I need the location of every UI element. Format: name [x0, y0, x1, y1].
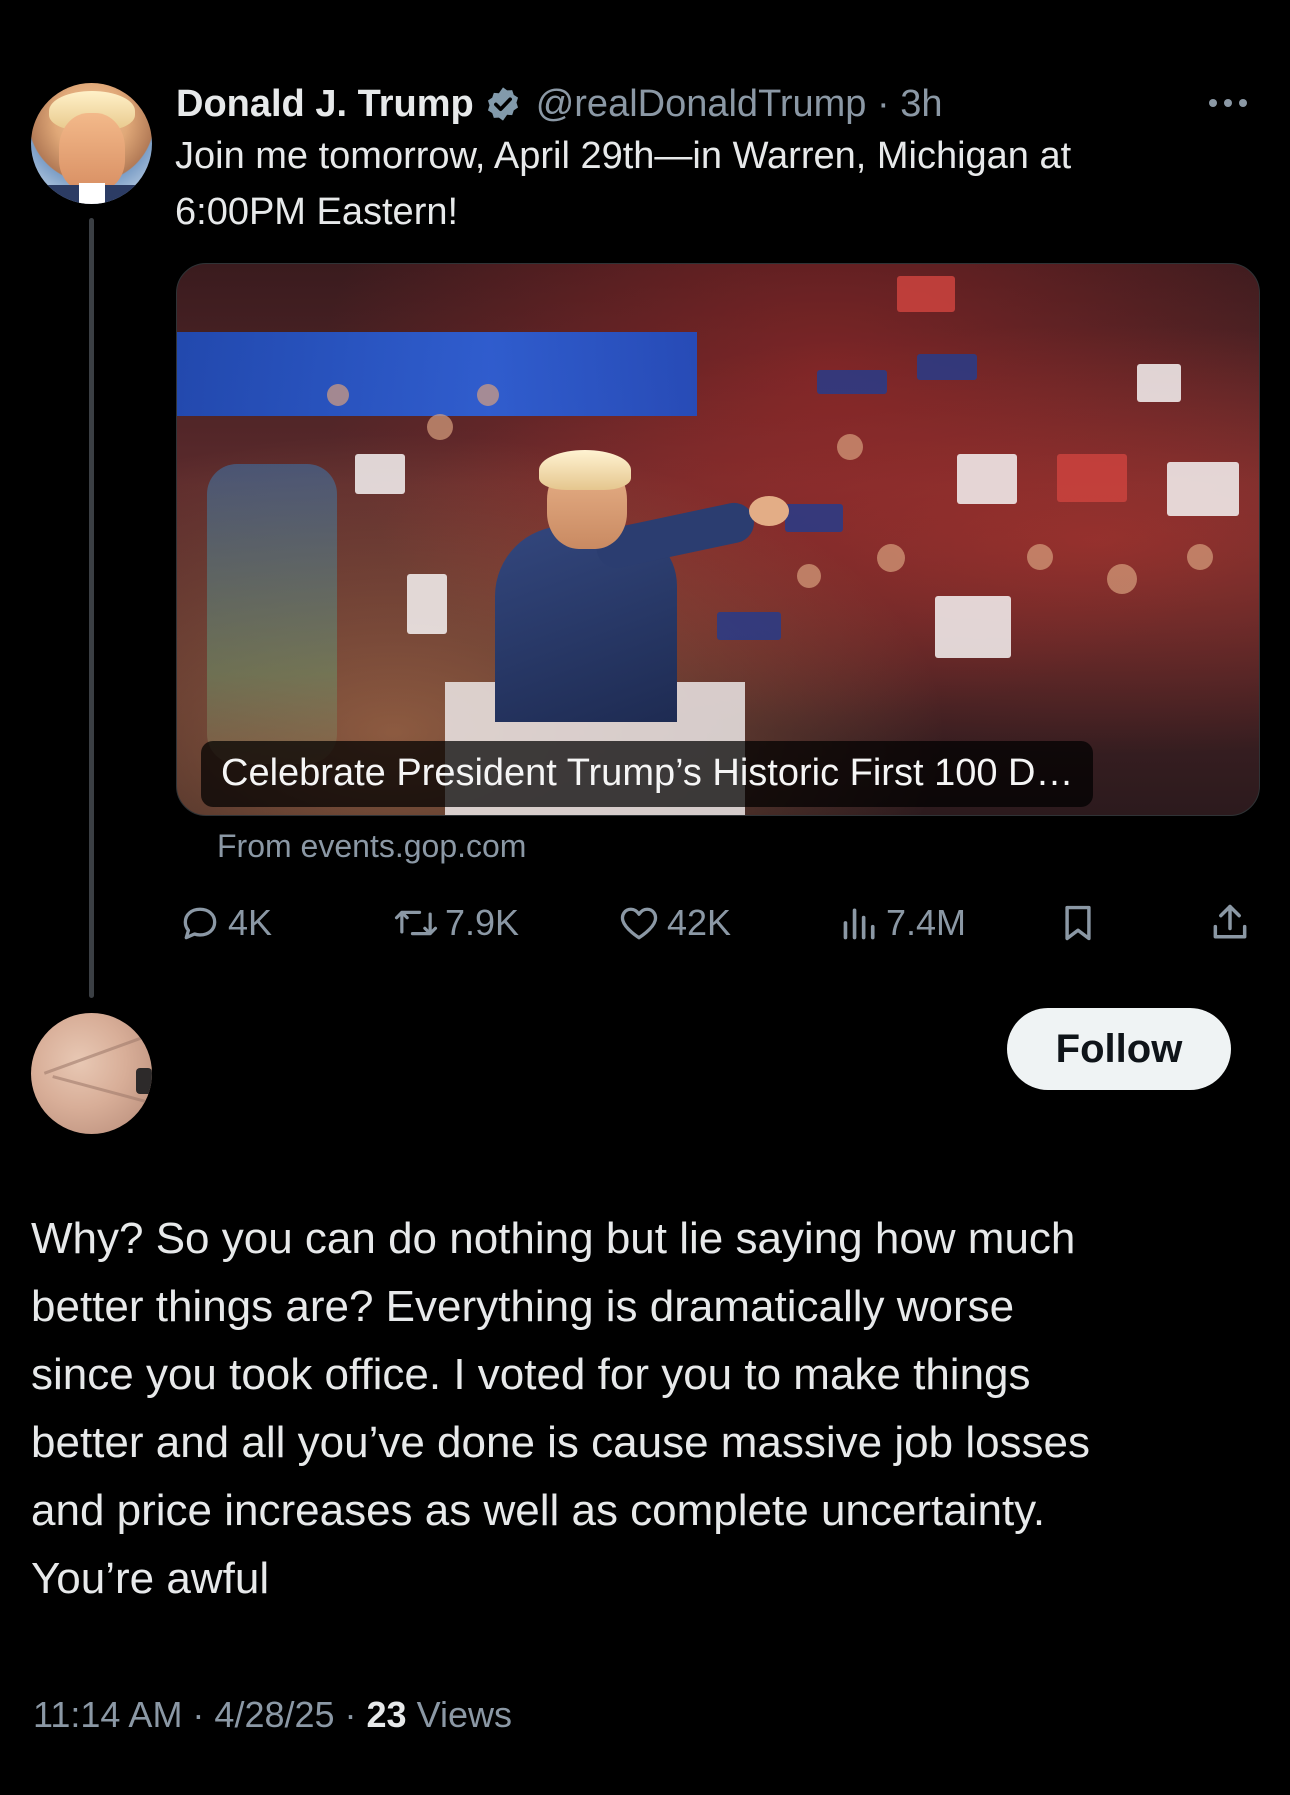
- avatar-detail: [43, 1034, 149, 1075]
- heart-icon: [620, 907, 658, 940]
- author-header: Donald J. Trump @realDonaldTrump · 3h: [176, 79, 942, 129]
- avatar-detail: [136, 1068, 152, 1094]
- crowd-sign: [355, 454, 405, 494]
- crowd-sign: [897, 276, 955, 312]
- crowd-sign: [817, 370, 887, 394]
- crowd-sign: [785, 504, 843, 532]
- crowd-person: [797, 564, 821, 588]
- reply-meta: 11:14 AM · 4/28/25 · 23 Views: [33, 1694, 512, 1736]
- bookmark-icon: [1065, 905, 1091, 941]
- author-name[interactable]: Donald J. Trump: [176, 83, 474, 126]
- author-avatar[interactable]: [31, 83, 152, 204]
- crowd-person: [877, 544, 905, 572]
- blurred-phone: [207, 464, 337, 764]
- like-count: 42K: [667, 902, 732, 943]
- dot: [1224, 99, 1232, 107]
- views-action[interactable]: 7.4M: [840, 898, 966, 948]
- follow-button[interactable]: Follow: [1007, 1008, 1231, 1090]
- crowd-sign: [407, 574, 447, 634]
- verified-badge-icon[interactable]: [484, 85, 522, 123]
- speaker-hair: [539, 450, 631, 490]
- crowd-person: [327, 384, 349, 406]
- share-icon: [1213, 904, 1247, 939]
- author-handle-time[interactable]: @realDonaldTrump · 3h: [536, 83, 943, 126]
- like-action[interactable]: 42K: [617, 898, 731, 948]
- dot: [1209, 99, 1217, 107]
- crowd-person: [477, 384, 499, 406]
- thread-connector-line: [89, 218, 94, 998]
- crowd-person: [837, 434, 863, 460]
- reply-text: Why? So you can do nothing but lie sayin…: [31, 1214, 1091, 1603]
- reply-timestamp[interactable]: 11:14 AM · 4/28/25 ·: [33, 1694, 367, 1735]
- avatar-face: [59, 113, 125, 191]
- repost-action[interactable]: 7.9K: [393, 898, 519, 948]
- redacted-author-info: [176, 1025, 516, 1115]
- reply-count: 4K: [228, 902, 273, 943]
- dot: [1239, 99, 1247, 107]
- repost-count: 7.9K: [445, 902, 520, 943]
- rally-banner: [177, 332, 697, 416]
- share-action[interactable]: [1208, 898, 1252, 948]
- card-source[interactable]: From events.gop.com: [217, 828, 526, 865]
- crowd-sign: [935, 596, 1011, 658]
- more-horizontal-icon[interactable]: [1198, 88, 1258, 118]
- bookmark-action[interactable]: [1058, 898, 1098, 948]
- bar-chart-icon: [843, 908, 875, 940]
- crowd-person: [1187, 544, 1213, 570]
- crowd-sign: [957, 454, 1017, 504]
- crowd-person: [427, 414, 453, 440]
- reply-views-count: 23: [366, 1694, 407, 1735]
- crowd-sign: [1167, 462, 1239, 516]
- reply-views-label: Views: [406, 1694, 512, 1735]
- link-preview-card[interactable]: Celebrate President Trump’s Historic Fir…: [176, 263, 1260, 816]
- reply-action[interactable]: 4K: [178, 898, 272, 948]
- crowd-person: [1027, 544, 1053, 570]
- avatar-shirt: [79, 183, 105, 204]
- crowd-sign: [917, 354, 977, 380]
- speaker-hand: [749, 496, 789, 526]
- crowd-sign: [717, 612, 781, 640]
- reply-bubble-icon: [183, 907, 217, 940]
- crowd-sign: [1137, 364, 1181, 402]
- crowd-person: [1107, 564, 1137, 594]
- card-caption[interactable]: Celebrate President Trump’s Historic Fir…: [201, 741, 1094, 807]
- tweet-text: Join me tomorrow, April 29th—in Warren, …: [175, 135, 1072, 233]
- reply-author-avatar[interactable]: [31, 1013, 152, 1134]
- crowd-sign: [1057, 454, 1127, 502]
- views-count: 7.4M: [886, 902, 967, 943]
- repost-icon: [394, 910, 438, 936]
